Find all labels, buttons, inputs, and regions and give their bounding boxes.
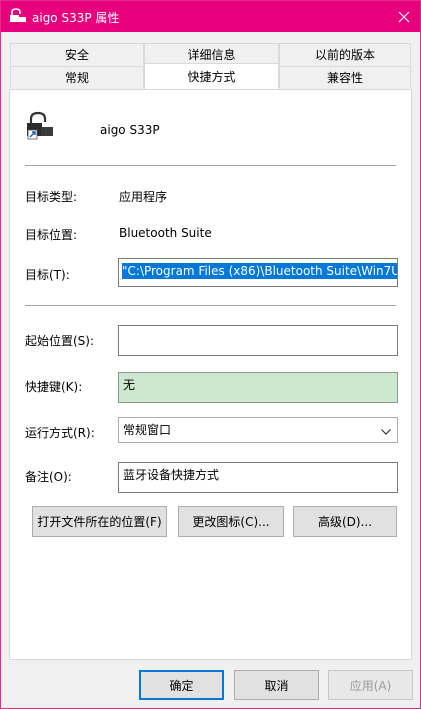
start-in-input[interactable] xyxy=(118,325,398,356)
cancel-button[interactable]: 取消 xyxy=(234,670,319,700)
run-selected-value: 常规窗口 xyxy=(123,423,172,437)
bluetooth-device-icon xyxy=(9,8,27,24)
target-location-label: 目标位置: xyxy=(25,228,78,242)
target-label: 目标(T): xyxy=(25,268,70,282)
advanced-button[interactable]: 高级(D)... xyxy=(293,506,397,537)
change-icon-button[interactable]: 更改图标(C)... xyxy=(178,506,284,537)
title-bar[interactable]: aigo S33P 属性 xyxy=(1,1,420,32)
hotkey-label: 快捷键(K): xyxy=(25,380,83,394)
target-type-value: 应用程序 xyxy=(119,190,168,204)
window-title: aigo S33P 属性 xyxy=(32,11,120,25)
tab-general[interactable]: 常规 xyxy=(10,66,144,88)
divider xyxy=(25,165,396,166)
open-file-location-button[interactable]: 打开文件所在的位置(F) xyxy=(32,506,167,537)
target-selected-text: "C:\Program Files (x86)\Bluetooth Suite\… xyxy=(122,263,397,279)
comment-label: 备注(O): xyxy=(25,470,72,484)
run-select[interactable]: 常规窗口 xyxy=(118,417,398,443)
shortcut-icon xyxy=(24,110,56,142)
divider xyxy=(25,305,396,306)
ok-button[interactable]: 确定 xyxy=(139,670,224,700)
target-location-value: Bluetooth Suite xyxy=(119,226,212,240)
chevron-down-icon xyxy=(381,424,391,438)
target-input[interactable]: "C:\Program Files (x86)\Bluetooth Suite\… xyxy=(118,258,398,287)
shortcut-panel: aigo S33P 目标类型: 应用程序 目标位置: Bluetooth Sui… xyxy=(9,89,412,660)
tab-compatibility[interactable]: 兼容性 xyxy=(279,66,411,88)
comment-input[interactable]: 蓝牙设备快捷方式 xyxy=(118,462,398,493)
tab-security[interactable]: 安全 xyxy=(10,43,144,65)
tab-previous-versions[interactable]: 以前的版本 xyxy=(279,43,411,65)
shortcut-name: aigo S33P xyxy=(100,123,160,137)
start-in-label: 起始位置(S): xyxy=(25,334,95,348)
tab-shortcut[interactable]: 快捷方式 xyxy=(144,63,279,89)
close-icon[interactable] xyxy=(388,1,420,32)
hotkey-input[interactable]: 无 xyxy=(118,372,398,403)
apply-button[interactable]: 应用(A) xyxy=(328,670,413,700)
run-label: 运行方式(R): xyxy=(25,426,95,440)
tab-details[interactable]: 详细信息 xyxy=(144,43,279,65)
target-type-label: 目标类型: xyxy=(25,190,78,204)
properties-window: aigo S33P 属性 安全 详细信息 以前的版本 常规 快捷方式 兼容性 a… xyxy=(0,0,421,709)
